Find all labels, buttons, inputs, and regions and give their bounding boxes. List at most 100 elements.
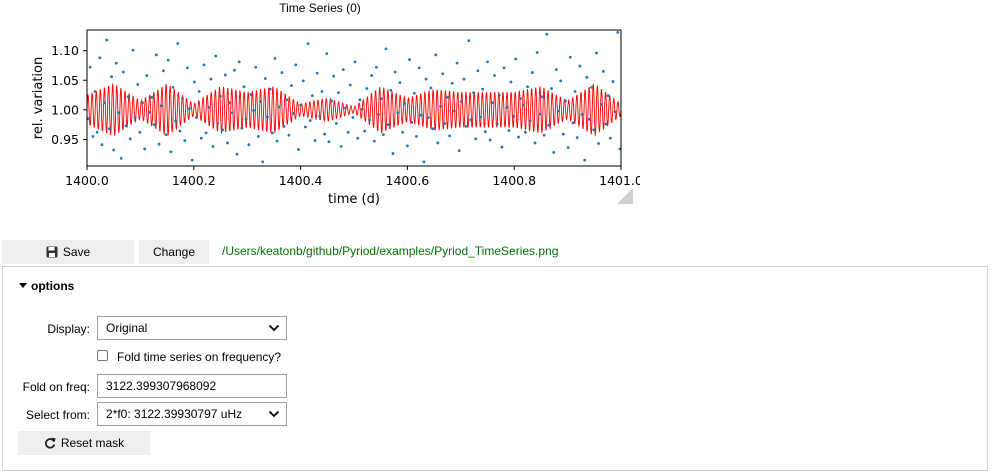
data-point: [287, 133, 291, 137]
data-point: [159, 104, 163, 108]
data-point: [294, 63, 298, 67]
data-point: [301, 79, 305, 83]
data-point: [381, 133, 385, 137]
data-point: [590, 85, 594, 89]
data-point: [439, 104, 442, 108]
data-point: [176, 42, 180, 45]
data-point: [434, 53, 438, 57]
data-point: [459, 100, 463, 103]
data-point: [431, 127, 435, 131]
refresh-icon: [44, 437, 56, 449]
data-point: [100, 143, 104, 147]
data-point: [257, 135, 260, 138]
data-point: [152, 123, 156, 127]
data-point: [365, 87, 369, 90]
data-point: [398, 81, 402, 85]
y-tick-label: 1.05: [51, 73, 79, 88]
data-point: [467, 39, 471, 43]
data-point: [417, 66, 421, 70]
data-point: [259, 100, 262, 103]
data-point: [114, 61, 118, 65]
data-point: [564, 99, 567, 103]
data-point: [242, 85, 246, 89]
data-point: [599, 103, 603, 106]
data-point: [192, 80, 196, 84]
data-point: [483, 130, 487, 134]
data-point: [509, 80, 513, 84]
data-point: [517, 135, 520, 139]
data-point: [514, 57, 518, 61]
data-point: [597, 142, 600, 145]
select-from-value: 2*f0: 3122.39930797 uHz: [106, 407, 243, 421]
fold-checkbox[interactable]: [97, 350, 108, 361]
data-point: [128, 137, 132, 141]
data-point: [429, 86, 433, 90]
data-point: [604, 122, 608, 126]
data-point: [171, 85, 175, 89]
data-point: [419, 113, 423, 117]
data-point: [500, 145, 504, 149]
save-button[interactable]: Save: [2, 240, 134, 264]
change-button[interactable]: Change: [139, 240, 209, 264]
data-point: [538, 112, 542, 116]
data-point: [277, 105, 281, 109]
data-point: [145, 74, 149, 77]
data-point: [372, 139, 376, 143]
data-point: [450, 81, 454, 85]
data-point: [141, 101, 144, 105]
data-point: [330, 99, 333, 103]
data-point: [315, 71, 319, 75]
reset-mask-button[interactable]: Reset mask: [18, 431, 150, 455]
data-point: [185, 66, 189, 70]
data-point: [561, 132, 565, 136]
data-point: [415, 135, 418, 138]
data-point: [204, 131, 208, 135]
data-point: [232, 68, 236, 72]
data-point: [143, 147, 147, 151]
data-point: [613, 110, 617, 113]
data-point: [486, 60, 489, 64]
data-point: [448, 134, 451, 138]
data-point: [199, 136, 203, 140]
data-point: [166, 58, 170, 62]
data-point: [297, 148, 300, 151]
data-point: [211, 145, 215, 148]
display-select[interactable]: Original: [97, 316, 287, 340]
data-point: [268, 87, 272, 91]
data-point: [592, 128, 596, 132]
data-point: [161, 69, 165, 73]
data-point: [247, 143, 251, 147]
data-point: [273, 56, 277, 60]
data-point: [249, 93, 253, 96]
data-point: [131, 48, 135, 52]
data-point: [530, 71, 534, 74]
data-point: [320, 90, 324, 93]
data-point: [488, 138, 492, 142]
data-point: [292, 111, 296, 115]
select-from-dropdown[interactable]: 2*f0: 3122.39930797 uHz: [97, 402, 287, 426]
data-point: [578, 64, 582, 68]
data-point: [507, 129, 511, 132]
options-toggle[interactable]: options: [19, 279, 74, 293]
data-point: [410, 120, 414, 124]
data-point: [608, 136, 612, 140]
data-point: [360, 107, 364, 111]
data-point: [306, 42, 310, 45]
data-point: [226, 141, 229, 145]
data-point: [190, 158, 194, 162]
display-label: Display:: [47, 322, 90, 336]
data-point: [384, 47, 388, 51]
resize-handle-icon[interactable]: [617, 188, 633, 204]
data-point: [325, 52, 329, 56]
time-series-plot[interactable]: 1400.0 1400.2 1400.4 1400.6 1400.8 1401.0 0.95…: [0, 0, 640, 210]
data-point: [119, 156, 123, 160]
fold-freq-input[interactable]: 3122.399307968092: [97, 374, 287, 398]
data-point: [426, 116, 430, 119]
data-point: [526, 85, 529, 89]
data-point: [408, 58, 411, 61]
data-point: [346, 130, 350, 134]
save-icon: [46, 246, 58, 258]
data-point: [252, 109, 256, 112]
data-point: [214, 54, 218, 58]
data-point: [103, 101, 107, 105]
